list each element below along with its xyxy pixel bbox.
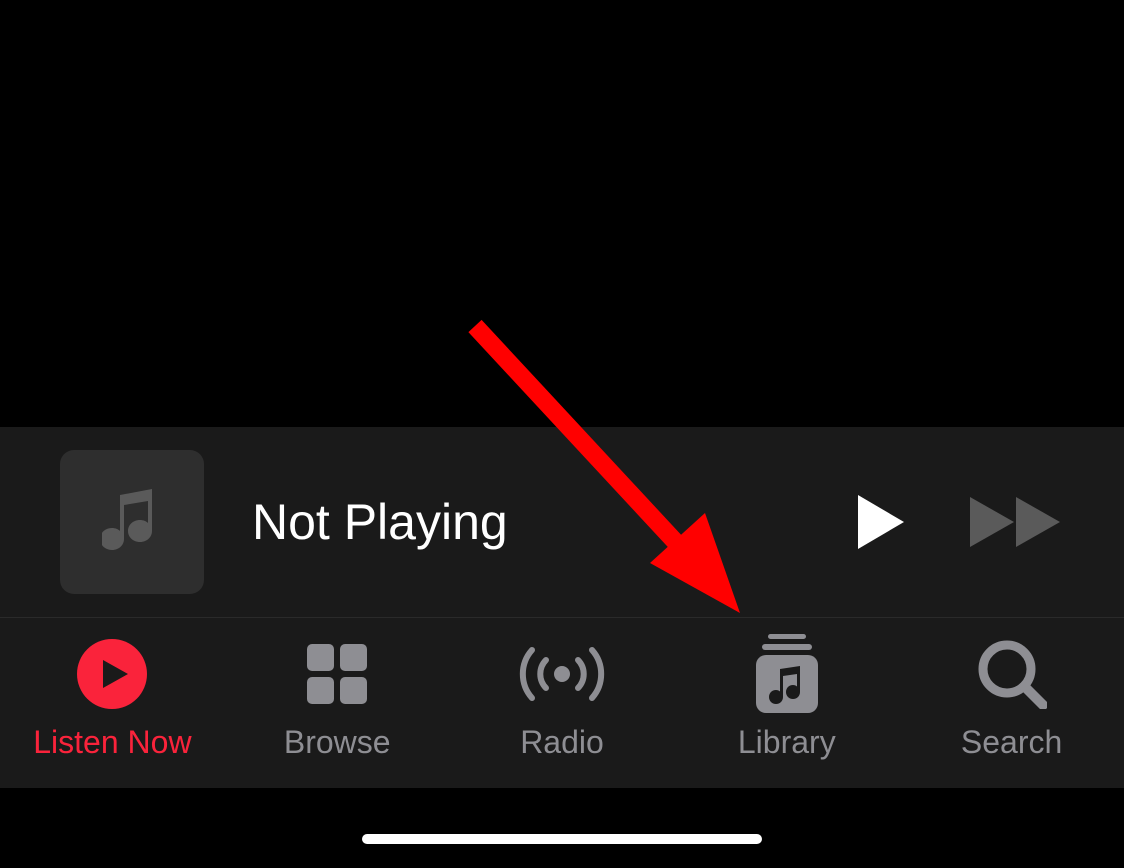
music-note-icon — [102, 485, 162, 560]
play-button[interactable] — [856, 493, 906, 551]
library-icon — [754, 636, 820, 712]
now-playing-status: Not Playing — [252, 493, 856, 551]
tab-label: Library — [738, 724, 836, 761]
listen-now-icon — [76, 636, 148, 712]
tab-search[interactable]: Search — [899, 636, 1124, 761]
tab-label: Search — [961, 724, 1062, 761]
search-icon — [977, 636, 1047, 712]
tab-label: Browse — [284, 724, 391, 761]
browse-icon — [305, 636, 369, 712]
playback-controls — [856, 493, 1064, 551]
now-playing-bar[interactable]: Not Playing — [0, 427, 1124, 618]
album-art-placeholder — [60, 450, 204, 594]
tab-label: Listen Now — [33, 724, 191, 761]
home-indicator[interactable] — [362, 834, 762, 844]
content-area — [0, 0, 1124, 427]
radio-icon — [514, 636, 610, 712]
tab-bar: Listen Now Browse Radio — [0, 618, 1124, 788]
tab-library[interactable]: Library — [674, 636, 899, 761]
tab-radio[interactable]: Radio — [450, 636, 675, 761]
tab-label: Radio — [520, 724, 604, 761]
skip-forward-button[interactable] — [968, 495, 1064, 549]
tab-browse[interactable]: Browse — [225, 636, 450, 761]
tab-listen-now[interactable]: Listen Now — [0, 636, 225, 761]
